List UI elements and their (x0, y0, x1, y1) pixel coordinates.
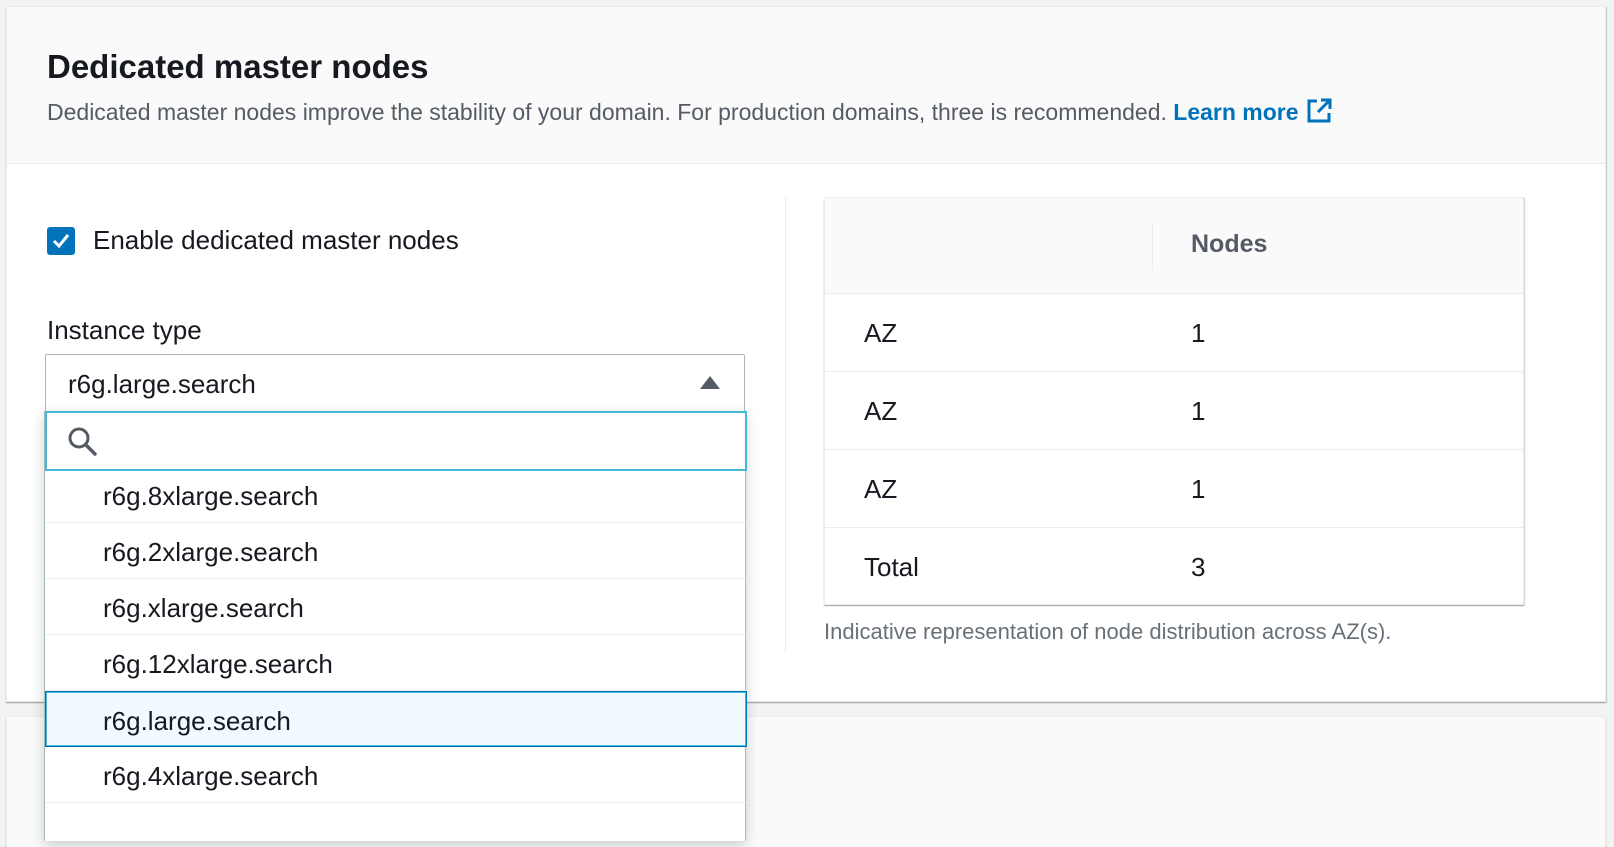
row-label: Total (864, 552, 919, 582)
option-r6g-4xlarge[interactable]: r6g.4xlarge.search (45, 747, 747, 803)
option-r6g-large-selected[interactable]: r6g.large.search (45, 691, 747, 747)
option-r6g-2xlarge[interactable]: r6g.2xlarge.search (45, 523, 747, 579)
column-divider (785, 197, 786, 653)
selected-instance-type: r6g.large.search (68, 369, 256, 399)
checkbox-label: Enable dedicated master nodes (93, 225, 459, 255)
instance-type-label: Instance type (47, 315, 202, 345)
learn-more-link[interactable]: Learn more (1173, 98, 1332, 125)
instance-type-dropdown: r6g.8xlarge.search r6g.2xlarge.search r6… (44, 411, 747, 841)
option-r6g-8xlarge[interactable]: r6g.8xlarge.search (45, 467, 747, 523)
option-r6g-12xlarge[interactable]: r6g.12xlarge.search (45, 635, 747, 691)
learn-more-label: Learn more (1173, 99, 1299, 125)
table-header: Nodes (825, 198, 1523, 294)
dropdown-search (45, 411, 747, 471)
section-title: Dedicated master nodes (47, 48, 429, 85)
table-row-total: Total 3 (825, 528, 1523, 606)
table-row: AZ 1 (825, 450, 1523, 528)
search-input[interactable] (109, 416, 745, 466)
table-caption: Indicative representation of node distri… (824, 619, 1392, 644)
row-nodes: 1 (1191, 396, 1206, 426)
instance-type-select[interactable]: r6g.large.search (45, 354, 745, 412)
options-list: r6g.8xlarge.search r6g.2xlarge.search r6… (45, 467, 747, 803)
search-icon (68, 427, 97, 456)
table-row: AZ 1 (825, 294, 1523, 372)
header-separator (1152, 224, 1153, 270)
panel-header: Dedicated master nodes Dedicated master … (7, 7, 1605, 164)
row-label: AZ (864, 318, 898, 348)
checkbox-checked[interactable] (47, 226, 75, 255)
option-r6g-xlarge[interactable]: r6g.xlarge.search (45, 579, 747, 635)
section-description: Dedicated master nodes improve the stabi… (47, 97, 1605, 127)
caret-up-icon (700, 376, 720, 389)
checkmark-icon (52, 233, 70, 248)
row-label: AZ (864, 474, 898, 504)
external-link-icon (1307, 98, 1332, 123)
row-nodes: 1 (1191, 474, 1206, 504)
row-label: AZ (864, 396, 898, 426)
node-distribution-table: Nodes AZ 1 AZ 1 AZ 1 Total 3 (824, 197, 1524, 605)
row-nodes: 1 (1191, 318, 1206, 348)
table-row: AZ 1 (825, 372, 1523, 450)
enable-dedicated-master-checkbox[interactable]: Enable dedicated master nodes (47, 225, 459, 256)
column-header-nodes: Nodes (1191, 230, 1268, 258)
row-nodes: 3 (1191, 552, 1206, 582)
description-text: Dedicated master nodes improve the stabi… (47, 99, 1167, 125)
